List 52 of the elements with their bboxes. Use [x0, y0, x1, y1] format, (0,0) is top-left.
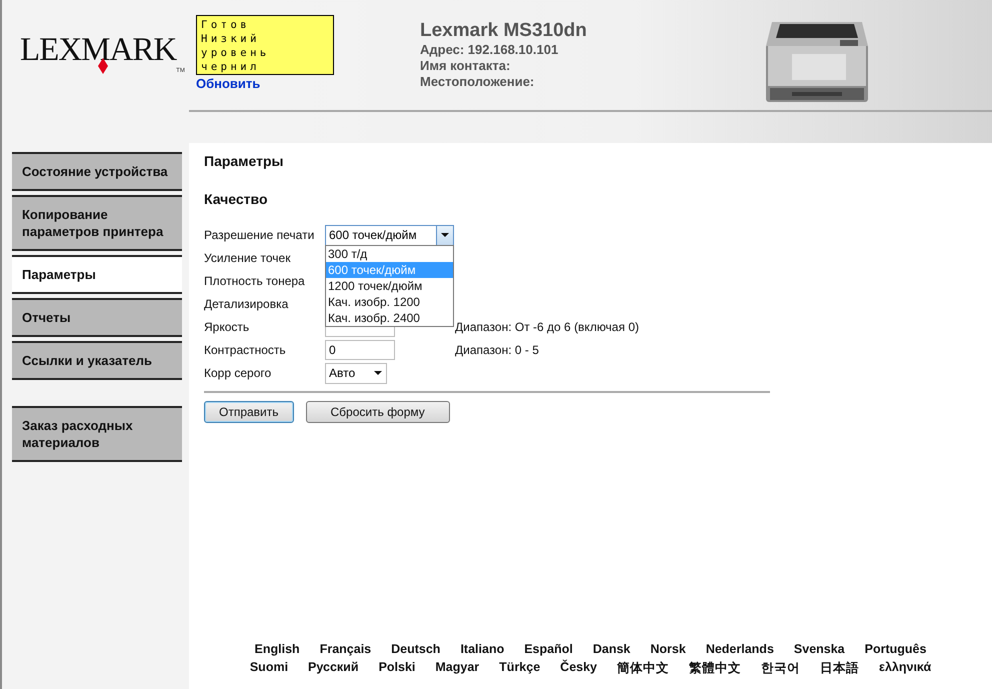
sidebar-item[interactable]: Параметры	[12, 255, 182, 294]
diamond-icon	[98, 58, 108, 74]
device-address: Адрес: 192.168.10.101	[420, 42, 560, 58]
language-link[interactable]: Português	[864, 642, 926, 656]
sidebar-item[interactable]: Отчеты	[12, 298, 182, 337]
field-label: Усиление точек	[204, 250, 292, 267]
language-link[interactable]: Nederlands	[706, 642, 774, 656]
caret-icon	[441, 233, 449, 237]
language-link[interactable]: Dansk	[592, 642, 630, 656]
field-label: Яркость	[204, 319, 250, 336]
sidebar-item[interactable]: Копирование параметров принтера	[12, 195, 182, 251]
language-link[interactable]: Česky	[560, 660, 598, 677]
status-panel: Готов Низкий уровень чернил	[196, 15, 334, 75]
language-link[interactable]: Norsk	[650, 642, 686, 656]
language-link[interactable]: Français	[320, 642, 372, 656]
field-label: Контрастность	[204, 342, 287, 359]
language-link[interactable]: Español	[524, 642, 573, 656]
language-link[interactable]: 繁體中文	[689, 660, 742, 677]
language-link[interactable]: Deutsch	[391, 642, 440, 656]
reset-button[interactable]: Сбросить форму	[306, 401, 450, 423]
range-hint: Диапазон: 0 - 5	[455, 343, 540, 357]
language-link[interactable]: Polski	[378, 660, 416, 677]
field-label: Плотность тонера	[204, 273, 306, 290]
select-field[interactable]: Авто	[325, 362, 387, 384]
sidebar-item[interactable]: Заказ расходных материалов	[12, 406, 182, 462]
language-link[interactable]: Suomi	[250, 660, 288, 677]
field-label: Корр серого	[204, 365, 272, 382]
language-link[interactable]: Русский	[308, 660, 359, 677]
language-link[interactable]: 한국어	[761, 660, 800, 677]
field-label: Разрешение печати	[204, 227, 316, 244]
language-link[interactable]: Magyar	[435, 660, 480, 677]
location: Местоположение:	[420, 74, 536, 90]
sidebar-item[interactable]: Состояние устройства	[12, 152, 182, 191]
language-link[interactable]: English	[254, 642, 300, 656]
language-link[interactable]: 簡体中文	[617, 660, 670, 677]
range-hint: Диапазон: От -6 до 6 (включая 0)	[455, 320, 640, 334]
language-link[interactable]: Italiano	[460, 642, 504, 656]
submit-button[interactable]: Отправить	[204, 401, 294, 423]
refresh-link[interactable]: Обновить	[196, 76, 260, 91]
sidebar-item[interactable]: Ссылки и указатель	[12, 341, 182, 380]
contact-name: Имя контакта:	[420, 58, 512, 74]
input-field[interactable]: 0	[325, 340, 395, 360]
page-title: Параметры	[204, 153, 285, 169]
select-field[interactable]: 600 точек/дюйм	[325, 224, 454, 246]
section-title: Качество	[204, 191, 268, 207]
caret-icon	[374, 371, 382, 375]
language-link[interactable]: ελληνικά	[879, 660, 932, 677]
language-link[interactable]: Türkçe	[499, 660, 540, 677]
field-label: Детализировка	[204, 296, 290, 313]
language-link[interactable]: 日本語	[820, 660, 860, 677]
language-link[interactable]: Svenska	[794, 642, 845, 656]
device-model: Lexmark MS310dn	[420, 20, 587, 42]
